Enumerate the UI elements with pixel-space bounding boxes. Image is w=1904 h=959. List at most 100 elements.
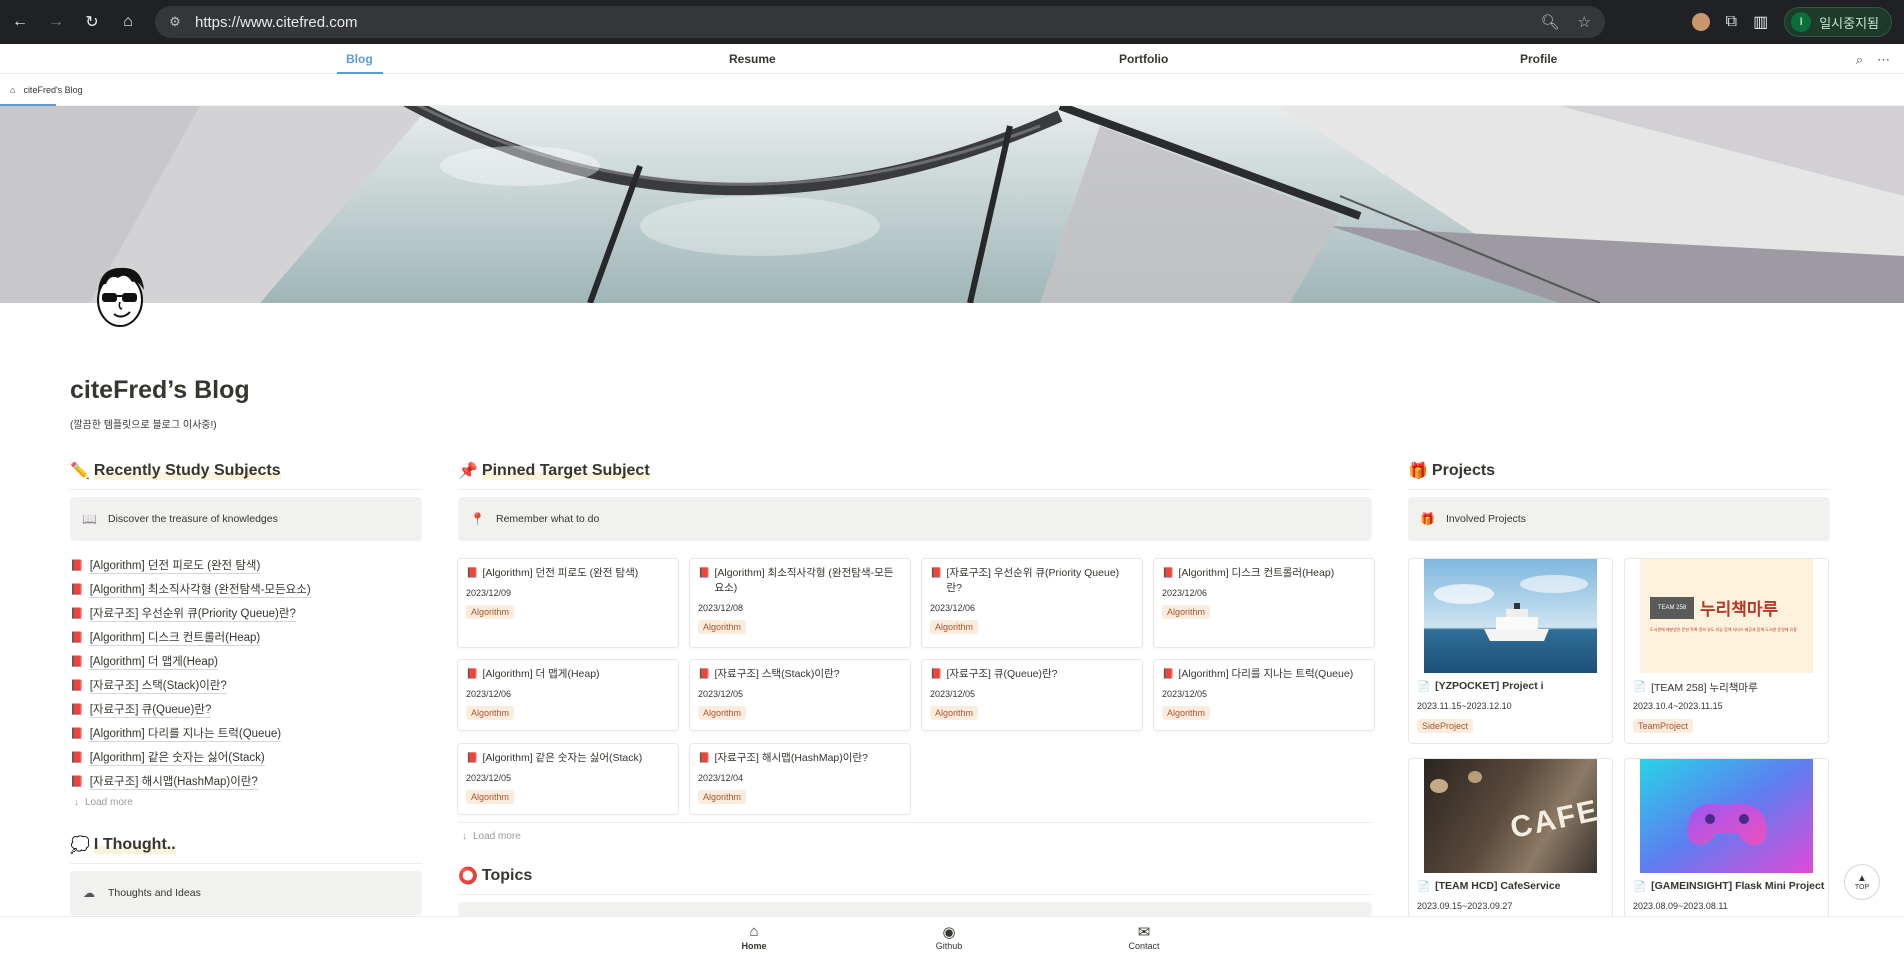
bottom-nav-github[interactable]: ◉ Github	[919, 923, 979, 951]
project-image-nuri: TEAM 258 누리책마루 도서관에 배분받은 문헌 목록 정보 유도 지능 …	[1640, 559, 1813, 673]
tag-badge: Algorithm	[698, 706, 747, 720]
lightbulb-icon: ☁	[83, 886, 95, 900]
nav-resume[interactable]: Resume	[729, 52, 776, 66]
recent-heading-label: Recently Study Subjects	[93, 462, 281, 480]
url-text[interactable]: https://www.citefred.com	[195, 14, 1541, 31]
pinned-callout-text: Remember what to do	[496, 513, 600, 525]
pinned-card[interactable]: 📕 [Algorithm] 디스크 컨트롤러(Heap) 2023/12/06 A…	[1153, 558, 1375, 648]
list-item[interactable]: 📕 [Algorithm] 다리를 지나는 트럭(Queue)	[70, 721, 420, 745]
bottom-nav-home[interactable]: ⌂ Home	[724, 923, 784, 951]
list-item[interactable]: 📕 [자료구조] 해시맵(HashMap)이란?	[70, 769, 420, 793]
list-item[interactable]: 📕 [자료구조] 우선순위 큐(Priority Queue)란?	[70, 601, 420, 625]
zoom-icon[interactable]: 🔍︎	[1541, 13, 1560, 31]
book-icon: 📕	[930, 568, 943, 579]
search-icon[interactable]: ⌕	[1856, 52, 1863, 68]
reload-icon[interactable]: ↻	[80, 10, 104, 34]
book-icon: 📕	[466, 753, 479, 764]
project-card[interactable]: 📄 [YZPOCKET] Project i 2023.11.15~2023.12…	[1408, 558, 1613, 744]
list-item[interactable]: 📕 [Algorithm] 최소직사각형 (완전탐색-모든요소)	[70, 577, 420, 601]
pinned-card[interactable]: 📕 [자료구조] 우선순위 큐(Priority Queue)란? 2023/12…	[921, 558, 1143, 648]
list-item[interactable]: 📕 [Algorithm] 디스크 컨트롤러(Heap)	[70, 625, 420, 649]
divider	[458, 489, 1372, 490]
pinned-card[interactable]: 📕 [자료구조] 해시맵(HashMap)이란? 2023/12/04 Algor…	[689, 743, 911, 815]
projects-heading: 🎁 Projects	[1408, 461, 1495, 481]
pinned-heading-label: Pinned Target Subject	[481, 462, 650, 480]
side-panel-icon[interactable]: ▥	[1753, 12, 1768, 32]
list-item[interactable]: 📕 [Algorithm] 같은 숫자는 싫어(Stack)	[70, 745, 420, 769]
tag-badge: TeamProject	[1633, 719, 1694, 733]
tag-badge: Algorithm	[930, 706, 979, 720]
site-header: Blog Resume Portfolio Profile ⌕ ⋯	[0, 44, 1904, 74]
mail-icon: ✉	[1137, 924, 1151, 941]
pinned-load-more[interactable]: ↓ Load more	[462, 831, 521, 842]
divider	[458, 894, 1372, 895]
projects-callout-text: Involved Projects	[1446, 513, 1526, 525]
list-item[interactable]: 📕 [자료구조] 큐(Queue)란?	[70, 697, 420, 721]
pinned-card[interactable]: 📕 [Algorithm] 던전 피로도 (완전 탐색) 2023/12/09 A…	[457, 558, 679, 648]
nav-profile[interactable]: Profile	[1520, 52, 1557, 66]
github-icon: ◉	[942, 924, 956, 941]
page-title: citeFred’s Blog	[70, 376, 250, 404]
avatar	[92, 262, 148, 330]
back-icon[interactable]: ←	[8, 10, 32, 34]
tag-badge: Algorithm	[466, 706, 515, 720]
book-icon: 📕	[70, 679, 84, 692]
recent-callout-text: Discover the treasure of knowledges	[108, 513, 278, 525]
book-icon: 📕	[70, 583, 84, 596]
page-icon: 📄	[1417, 881, 1431, 893]
pinned-card[interactable]: 📕 [Algorithm] 같은 숫자는 싫어(Stack) 2023/12/05…	[457, 743, 679, 815]
address-bar[interactable]: ⚙ https://www.citefred.com 🔍︎ ☆	[155, 6, 1605, 38]
gift-icon: 🎁	[1408, 463, 1428, 480]
home-browser-icon[interactable]: ⌂	[116, 10, 140, 34]
page-icon: 📄	[1633, 881, 1647, 893]
pinned-card[interactable]: 📕 [Algorithm] 최소직사각형 (완전탐색-모든요소) 2023/12/…	[689, 558, 911, 648]
forward-icon[interactable]: →	[44, 10, 68, 34]
site-info-icon[interactable]: ⚙	[155, 14, 195, 30]
browser-toolbar: ← → ↻ ⌂ ⚙ https://www.citefred.com 🔍︎ ☆ …	[0, 0, 1904, 44]
book-icon: 📕	[698, 669, 711, 680]
extensions-puzzle-icon[interactable]: ⧉	[1726, 13, 1737, 31]
project-card[interactable]: CAFE 📄 [TEAM HCD] CafeService 2023.09.15~…	[1408, 758, 1613, 918]
topics-heading-label: Topics	[481, 867, 533, 884]
tag-badge: Algorithm	[698, 790, 747, 804]
nav-portfolio[interactable]: Portfolio	[1119, 52, 1168, 66]
thought-callout-text: Thoughts and Ideas	[108, 887, 201, 899]
list-item[interactable]: 📕 [자료구조] 스택(Stack)이란?	[70, 673, 420, 697]
gift-box-icon: 🎁	[1420, 512, 1435, 526]
book-icon: 📕	[930, 669, 943, 680]
circle-icon: ⭕	[458, 868, 478, 885]
breadcrumb[interactable]: ⌂ citeFred's Blog	[10, 85, 83, 95]
project-image-cruise-ship	[1424, 559, 1597, 673]
divider	[70, 863, 422, 864]
extension-avatar-icon[interactable]	[1691, 13, 1710, 31]
book-icon: 📕	[70, 559, 84, 572]
bookmark-star-icon[interactable]: ☆	[1578, 13, 1591, 31]
breadcrumb-label: citeFred's Blog	[23, 85, 83, 95]
recent-heading: ✏️ Recently Study Subjects	[70, 461, 281, 481]
pinned-card[interactable]: 📕 [자료구조] 스택(Stack)이란? 2023/12/05 Algorith…	[689, 659, 911, 731]
bottom-nav: ⌂ Home ◉ Github ✉ Contact	[0, 916, 1904, 959]
book-icon: 📕	[70, 727, 84, 740]
pinned-card[interactable]: 📕 [Algorithm] 더 맵게(Heap) 2023/12/06 Algor…	[457, 659, 679, 731]
pinned-card[interactable]: 📕 [Algorithm] 다리를 지나는 트럭(Queue) 2023/12/0…	[1153, 659, 1375, 731]
recent-callout: 📖 Discover the treasure of knowledges	[70, 497, 422, 541]
list-item[interactable]: 📕 [Algorithm] 던전 피로도 (완전 탐색)	[70, 553, 420, 577]
bottom-nav-contact[interactable]: ✉ Contact	[1114, 923, 1174, 951]
book-icon: 📕	[70, 703, 84, 716]
list-item[interactable]: 📕 [Algorithm] 더 맵게(Heap)	[70, 649, 420, 673]
project-card[interactable]: 📄 [GAMEINSIGHT] Flask Mini Project 2023.0…	[1624, 758, 1829, 918]
divider	[458, 822, 1372, 823]
book-icon: 📕	[466, 568, 479, 579]
page-icon: 📄	[1417, 681, 1431, 693]
nav-blog[interactable]: Blog	[346, 52, 373, 66]
home-icon: ⌂	[749, 923, 759, 940]
profile-button[interactable]: I 일시중지됨	[1784, 7, 1892, 37]
projects-callout: 🎁 Involved Projects	[1408, 497, 1830, 541]
pinned-callout: 📍 Remember what to do	[458, 497, 1372, 541]
scroll-top-button[interactable]: ▲ TOP	[1844, 864, 1880, 900]
more-icon[interactable]: ⋯	[1877, 52, 1890, 68]
recent-load-more[interactable]: ↓ Load more	[74, 797, 133, 808]
pinned-card[interactable]: 📕 [자료구조] 큐(Queue)란? 2023/12/05 Algorithm	[921, 659, 1143, 731]
book-icon: 📕	[1162, 568, 1175, 579]
project-card[interactable]: TEAM 258 누리책마루 도서관에 배분받은 문헌 목록 정보 유도 지능 …	[1624, 558, 1829, 744]
